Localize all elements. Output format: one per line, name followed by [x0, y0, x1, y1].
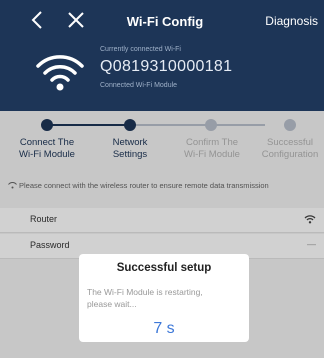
back-icon[interactable] [28, 10, 48, 30]
top-bar: Wi-Fi Config Diagnosis [0, 0, 324, 40]
wifi-icon [36, 55, 84, 91]
dialog-message: The Wi-Fi Module is restarting, please w… [87, 287, 203, 309]
page-title: Wi-Fi Config [126, 14, 204, 29]
current-wifi-name: Q0819310000181 [100, 58, 233, 75]
wifi-config-header: Wi-Fi Config Diagnosis Currently connect… [0, 0, 324, 111]
success-dialog: Successful setup The Wi-Fi Module is res… [79, 254, 249, 342]
close-icon[interactable] [66, 10, 86, 30]
diagnosis-button[interactable]: Diagnosis [265, 14, 318, 28]
countdown-timer: 7 s [153, 320, 175, 337]
current-wifi-label: Currently connected Wi-Fi [100, 46, 181, 53]
dialog-title: Successful setup [116, 262, 212, 274]
current-wifi-status: Connected Wi-Fi Module [100, 82, 178, 89]
